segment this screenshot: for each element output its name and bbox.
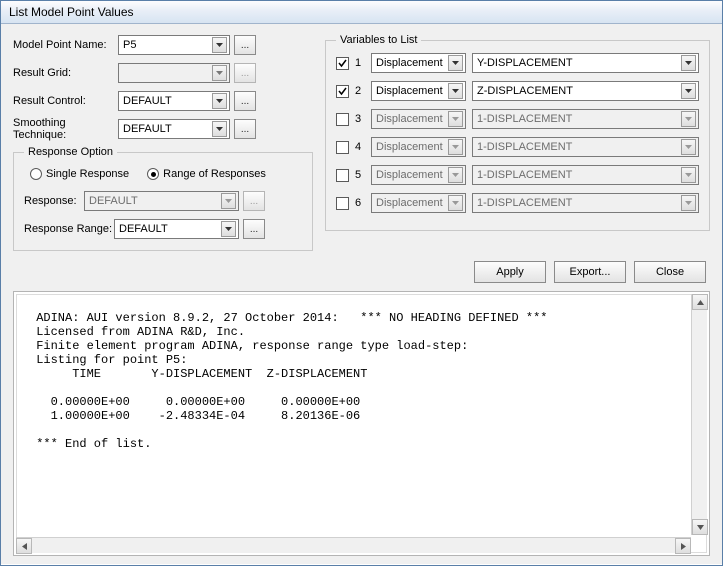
variable-index: 2 (355, 85, 365, 97)
scroll-right-icon[interactable] (675, 538, 691, 554)
chevron-down-icon (212, 37, 227, 53)
variable-checkbox[interactable] (336, 169, 349, 182)
variable-name-combo: 1-DISPLACEMENT (472, 165, 699, 185)
result-grid-label: Result Grid: (13, 67, 118, 79)
chevron-down-icon (448, 195, 463, 211)
response-browse-button: ... (243, 191, 265, 211)
variables-group: Variables to List 1 Displacement Y-DISPLAC… (325, 34, 710, 231)
variable-row: 6 Displacement 1-DISPLACEMENT (336, 192, 699, 214)
result-control-label: Result Control: (13, 95, 118, 107)
variable-name-combo: 1-DISPLACEMENT (472, 193, 699, 213)
apply-button[interactable]: Apply (474, 261, 546, 283)
variable-checkbox[interactable] (336, 85, 349, 98)
left-column: Model Point Name: P5 ... Result Grid: ..… (13, 34, 313, 251)
variable-checkbox[interactable] (336, 141, 349, 154)
chevron-down-icon (221, 221, 236, 237)
variable-row: 2 Displacement Z-DISPLACEMENT (336, 80, 699, 102)
variable-type-combo: Displacement (371, 165, 466, 185)
model-point-name-label: Model Point Name: (13, 39, 118, 51)
chevron-down-icon (681, 83, 696, 99)
variable-name-combo: 1-DISPLACEMENT (472, 109, 699, 129)
output-panel: ADINA: AUI version 8.9.2, 27 October 201… (13, 291, 710, 556)
chevron-down-icon (212, 93, 227, 109)
variable-type-combo: Displacement (371, 137, 466, 157)
close-button[interactable]: Close (634, 261, 706, 283)
range-of-responses-radio[interactable]: Range of Responses (147, 168, 266, 180)
response-combo: DEFAULT (84, 191, 239, 211)
upper-panel: Model Point Name: P5 ... Result Grid: ..… (13, 34, 710, 251)
chevron-down-icon (681, 167, 696, 183)
chevron-down-icon (448, 139, 463, 155)
variable-name-combo[interactable]: Y-DISPLACEMENT (472, 53, 699, 73)
title-bar: List Model Point Values (1, 1, 722, 24)
variable-index: 5 (355, 169, 365, 181)
dialog-body: Model Point Name: P5 ... Result Grid: ..… (1, 24, 722, 564)
horizontal-scrollbar[interactable] (16, 537, 691, 553)
chevron-down-icon (448, 83, 463, 99)
chevron-down-icon (681, 195, 696, 211)
variable-row: 5 Displacement 1-DISPLACEMENT (336, 164, 699, 186)
result-control-combo[interactable]: DEFAULT (118, 91, 230, 111)
smoothing-browse-button[interactable]: ... (234, 119, 256, 139)
chevron-down-icon (681, 139, 696, 155)
variable-name-combo[interactable]: Z-DISPLACEMENT (472, 81, 699, 101)
variable-checkbox[interactable] (336, 197, 349, 210)
variable-index: 4 (355, 141, 365, 153)
window-title: List Model Point Values (9, 5, 134, 19)
scroll-up-icon[interactable] (692, 294, 708, 310)
chevron-down-icon (448, 167, 463, 183)
radio-icon (30, 168, 42, 180)
result-control-browse-button[interactable]: ... (234, 91, 256, 111)
button-bar: Apply Export... Close (13, 261, 706, 283)
chevron-down-icon (221, 193, 236, 209)
variable-row: 1 Displacement Y-DISPLACEMENT (336, 52, 699, 74)
smoothing-label: Smoothing Technique: (13, 117, 118, 141)
variable-name-combo: 1-DISPLACEMENT (472, 137, 699, 157)
output-text: ADINA: AUI version 8.9.2, 27 October 201… (16, 294, 707, 553)
result-grid-combo[interactable] (118, 63, 230, 83)
variable-type-combo[interactable]: Displacement (371, 53, 466, 73)
variable-checkbox[interactable] (336, 57, 349, 70)
smoothing-combo[interactable]: DEFAULT (118, 119, 230, 139)
chevron-down-icon (681, 111, 696, 127)
variables-legend: Variables to List (336, 34, 421, 46)
model-point-browse-button[interactable]: ... (234, 35, 256, 55)
variable-checkbox[interactable] (336, 113, 349, 126)
response-range-label: Response Range: (24, 223, 114, 235)
variable-index: 6 (355, 197, 365, 209)
response-range-combo[interactable]: DEFAULT (114, 219, 239, 239)
vertical-scrollbar[interactable] (691, 294, 707, 535)
response-option-legend: Response Option (24, 146, 117, 158)
variable-row: 4 Displacement 1-DISPLACEMENT (336, 136, 699, 158)
variable-type-combo: Displacement (371, 109, 466, 129)
scroll-down-icon[interactable] (692, 519, 708, 535)
result-grid-browse-button: ... (234, 63, 256, 83)
variable-type-combo: Displacement (371, 193, 466, 213)
chevron-down-icon (448, 111, 463, 127)
single-response-radio[interactable]: Single Response (30, 168, 129, 180)
response-label: Response: (24, 195, 84, 207)
variable-index: 1 (355, 57, 365, 69)
response-option-group: Response Option Single Response Range of… (13, 146, 313, 251)
chevron-down-icon (212, 121, 227, 137)
response-range-browse-button[interactable]: ... (243, 219, 265, 239)
chevron-down-icon (448, 55, 463, 71)
export-button[interactable]: Export... (554, 261, 626, 283)
model-point-name-combo[interactable]: P5 (118, 35, 230, 55)
scroll-left-icon[interactable] (16, 538, 32, 554)
variable-type-combo[interactable]: Displacement (371, 81, 466, 101)
variable-row: 3 Displacement 1-DISPLACEMENT (336, 108, 699, 130)
variable-index: 3 (355, 113, 365, 125)
chevron-down-icon (212, 65, 227, 81)
chevron-down-icon (681, 55, 696, 71)
radio-icon (147, 168, 159, 180)
